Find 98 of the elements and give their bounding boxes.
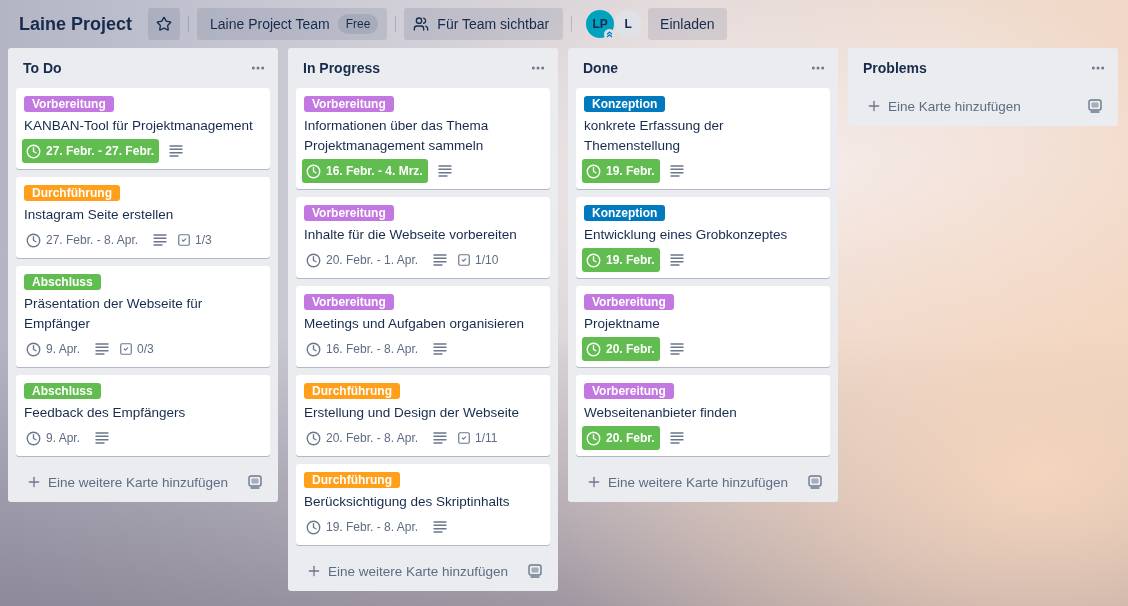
task-card[interactable]: Vorbereitung Webseitenanbieter finden 20. Febr. [576, 375, 830, 456]
card-title: Feedback des Empfängers [24, 404, 187, 422]
card-label: Abschluss [24, 383, 101, 399]
card-label: Vorbereitung [304, 205, 394, 221]
add-card-button[interactable]: Eine weitere Karte hinzufügen [306, 563, 509, 579]
checklist-count: 1/11 [475, 431, 498, 445]
plus-icon [306, 563, 322, 579]
card-title: Entwicklung eines Grobkonzeptes [584, 226, 789, 244]
card-label: Abschluss [24, 274, 101, 290]
card-title: Inhalte für die Webseite vorbereiten [304, 226, 518, 244]
list-title[interactable]: Problems [863, 58, 927, 78]
clock-icon [586, 252, 601, 268]
checklist-icon [119, 342, 134, 356]
due-date: 20. Febr. [606, 431, 655, 445]
visibility-button[interactable]: Für Team sichtbar [404, 8, 564, 40]
member-avatar[interactable]: L [614, 10, 643, 38]
task-card[interactable]: Durchführung Berücksichtigung des Skriptinhalts 19. Febr. - 8. Apr. [296, 464, 550, 545]
member-avatar[interactable]: LP [586, 10, 615, 38]
due-date: 19. Febr. [606, 164, 655, 178]
due-date: 20. Febr. - 1. Apr. [326, 253, 419, 267]
checklist-count: 1/3 [195, 233, 212, 247]
card-title: Instagram Seite erstellen [24, 206, 175, 224]
due-date: 16. Febr. - 4. Mrz. [326, 164, 423, 178]
team-button[interactable]: Laine Project Team Free [197, 8, 388, 40]
clock-icon [586, 430, 601, 446]
card-label: Vorbereitung [584, 294, 674, 310]
card-label: Durchführung [24, 185, 120, 201]
card-title: konkrete Erfassung der Themenstellung [584, 117, 725, 155]
clock-icon [586, 163, 601, 179]
due-date: 27. Febr. - 8. Apr. [46, 233, 139, 247]
due-date: 9. Apr. [46, 431, 81, 445]
due-date: 27. Febr. - 27. Febr. [46, 144, 155, 158]
plus-icon [26, 474, 42, 490]
clock-icon [306, 252, 321, 268]
clock-icon [586, 341, 601, 357]
card-label: Durchführung [304, 383, 400, 399]
clock-icon [306, 163, 321, 179]
card-label: Konzeption [584, 96, 666, 112]
card-label: Vorbereitung [304, 294, 394, 310]
card-title: Meetings und Aufgaben organisieren [304, 315, 525, 333]
add-card-button[interactable]: Eine Karte hinzufügen [866, 98, 1021, 114]
card-label: Vorbereitung [584, 383, 674, 399]
clock-icon [306, 430, 321, 446]
card-title: Informationen über das Thema Projektmanagement sammeln [304, 117, 490, 155]
plus-icon [586, 474, 602, 490]
task-card[interactable]: Konzeption Entwicklung eines Grobkonzeptes 19. Febr. [576, 197, 830, 278]
plus-icon [866, 98, 882, 114]
task-card[interactable]: Konzeption konkrete Erfassung der Themenstellung 19. Febr. [576, 88, 830, 189]
template-icon[interactable] [248, 475, 262, 489]
checklist-count: 1/10 [475, 253, 499, 267]
card-title: Projektname [584, 315, 661, 333]
due-date: 16. Febr. - 8. Apr. [326, 342, 419, 356]
due-date: 20. Febr. - 8. Apr. [326, 431, 419, 445]
clock-icon [26, 232, 41, 248]
list-title[interactable]: To Do [23, 58, 62, 78]
template-icon[interactable] [528, 564, 542, 578]
card-label: Konzeption [584, 205, 666, 221]
checklist-icon [457, 253, 472, 267]
due-date: 9. Apr. [46, 342, 81, 356]
add-card-button[interactable]: Eine weitere Karte hinzufügen [586, 474, 789, 490]
task-card[interactable]: Abschluss Feedback des Empfängers 9. Apr. [16, 375, 270, 456]
clock-icon [306, 341, 321, 357]
card-title: Erstellung und Design der Webseite [304, 404, 521, 422]
card-title: KANBAN-Tool für Projektmanagement [24, 117, 254, 135]
task-card[interactable]: Vorbereitung Meetings und Aufgaben organisieren 16. Febr. - 8. Apr. [296, 286, 550, 367]
due-date: 19. Febr. [606, 253, 655, 267]
star-button[interactable] [148, 8, 181, 40]
card-label: Durchführung [304, 472, 400, 488]
users-icon [413, 16, 430, 32]
template-icon[interactable] [1088, 99, 1102, 113]
plan-badge: Free [337, 14, 379, 34]
clock-icon [26, 341, 41, 357]
card-label: Vorbereitung [24, 96, 114, 112]
task-card[interactable]: Durchführung Instagram Seite erstellen 27. Febr. - 8. Apr. 1/3 [16, 177, 270, 258]
checklist-icon [457, 431, 472, 445]
card-title: Webseitenanbieter finden [584, 404, 738, 422]
task-card[interactable]: Vorbereitung Inhalte für die Webseite vorbereiten 20. Febr. - 1. Apr. 1/10 [296, 197, 550, 278]
card-title: Berücksichtigung des Skriptinhalts [304, 493, 511, 511]
task-card[interactable]: Abschluss Präsentation der Webseite für Empfänger 9. Apr. 0/3 [16, 266, 270, 367]
card-label: Vorbereitung [304, 96, 394, 112]
clock-icon [306, 519, 321, 535]
task-card[interactable]: Vorbereitung KANBAN-Tool für Projektmanagement 27. Febr. - 27. Febr. [16, 88, 270, 169]
checklist-count: 0/3 [137, 342, 154, 356]
list-title[interactable]: Done [583, 58, 618, 78]
task-card[interactable]: Vorbereitung Projektname 20. Febr. [576, 286, 830, 367]
invite-button[interactable]: Einladen [648, 8, 727, 40]
template-icon[interactable] [808, 475, 822, 489]
add-card-button[interactable]: Eine weitere Karte hinzufügen [26, 474, 229, 490]
card-title: Präsentation der Webseite für Empfänger [24, 295, 204, 333]
checklist-icon [177, 233, 192, 247]
task-card[interactable]: Vorbereitung Informationen über das Thema Projektmanagement sammeln 16. Febr. - 4. Mrz. [296, 88, 550, 189]
clock-icon [26, 143, 41, 159]
list-title[interactable]: In Progress [303, 58, 381, 78]
clock-icon [26, 430, 41, 446]
task-card[interactable]: Durchführung Erstellung und Design der Webseite 20. Febr. - 8. Apr. 1/11 [296, 375, 550, 456]
due-date: 19. Febr. - 8. Apr. [326, 520, 419, 534]
board-title[interactable]: Laine Project [8, 8, 145, 40]
due-date: 20. Febr. [606, 342, 655, 356]
